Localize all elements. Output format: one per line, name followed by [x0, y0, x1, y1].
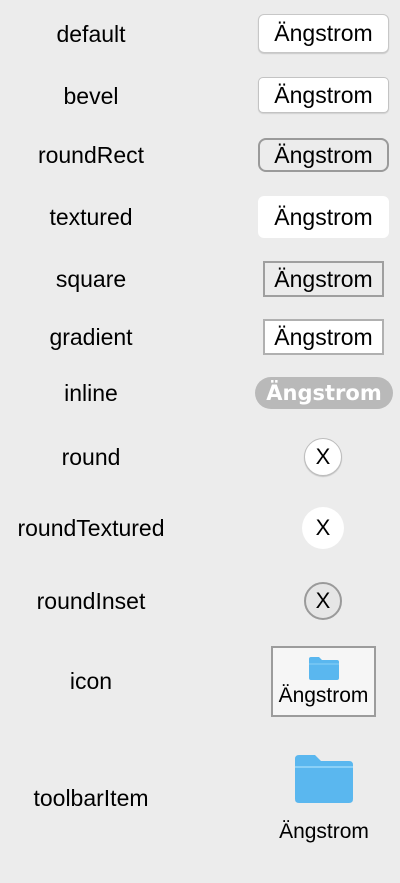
row-inline: inline Ängstrom [0, 377, 400, 409]
folder-icon [293, 752, 355, 806]
roundinset-button[interactable]: X [304, 582, 342, 620]
textured-button[interactable]: Ängstrom [258, 196, 389, 238]
roundtextured-button[interactable]: X [302, 507, 344, 549]
style-label-roundrect: roundRect [37, 142, 145, 168]
icon-button[interactable]: Ängstrom [271, 646, 376, 717]
inline-button[interactable]: Ängstrom [255, 377, 393, 409]
row-round: round X [0, 438, 400, 476]
style-label-square: square [55, 266, 127, 292]
toolbar-item-button[interactable]: Ängstrom [262, 752, 386, 848]
style-label-bevel: bevel [63, 83, 119, 109]
icon-button-label: Ängstrom [278, 684, 369, 707]
style-label-icon: icon [69, 668, 113, 694]
row-gradient: gradient Ängstrom [0, 319, 400, 355]
style-label-round: round [61, 444, 121, 470]
square-button[interactable]: Ängstrom [263, 261, 384, 297]
toolbar-item-label: Ängstrom [279, 820, 369, 843]
round-button[interactable]: X [304, 438, 342, 476]
folder-icon [308, 652, 340, 684]
row-square: square Ängstrom [0, 261, 400, 297]
gradient-button[interactable]: Ängstrom [263, 319, 384, 355]
style-label-default: default [56, 21, 126, 47]
roundrect-button[interactable]: Ängstrom [258, 138, 389, 172]
row-textured: textured Ängstrom [0, 196, 400, 238]
row-icon: icon Ängstrom [0, 646, 400, 717]
row-bevel: bevel Ängstrom [0, 77, 400, 113]
row-toolbaritem: toolbarItem Ängstrom [0, 752, 400, 848]
style-label-roundtextured: roundTextured [17, 515, 165, 541]
row-default: default Ängstrom [0, 14, 400, 53]
row-roundinset: roundInset X [0, 582, 400, 620]
bevel-button[interactable]: Ängstrom [258, 77, 389, 113]
row-roundrect: roundRect Ängstrom [0, 138, 400, 172]
row-roundtextured: roundTextured X [0, 507, 400, 549]
style-label-textured: textured [49, 204, 133, 230]
style-label-gradient: gradient [49, 324, 133, 350]
style-label-inline: inline [64, 380, 118, 406]
style-label-roundinset: roundInset [36, 588, 146, 614]
style-label-toolbaritem: toolbarItem [33, 785, 149, 811]
default-button[interactable]: Ängstrom [258, 14, 389, 53]
